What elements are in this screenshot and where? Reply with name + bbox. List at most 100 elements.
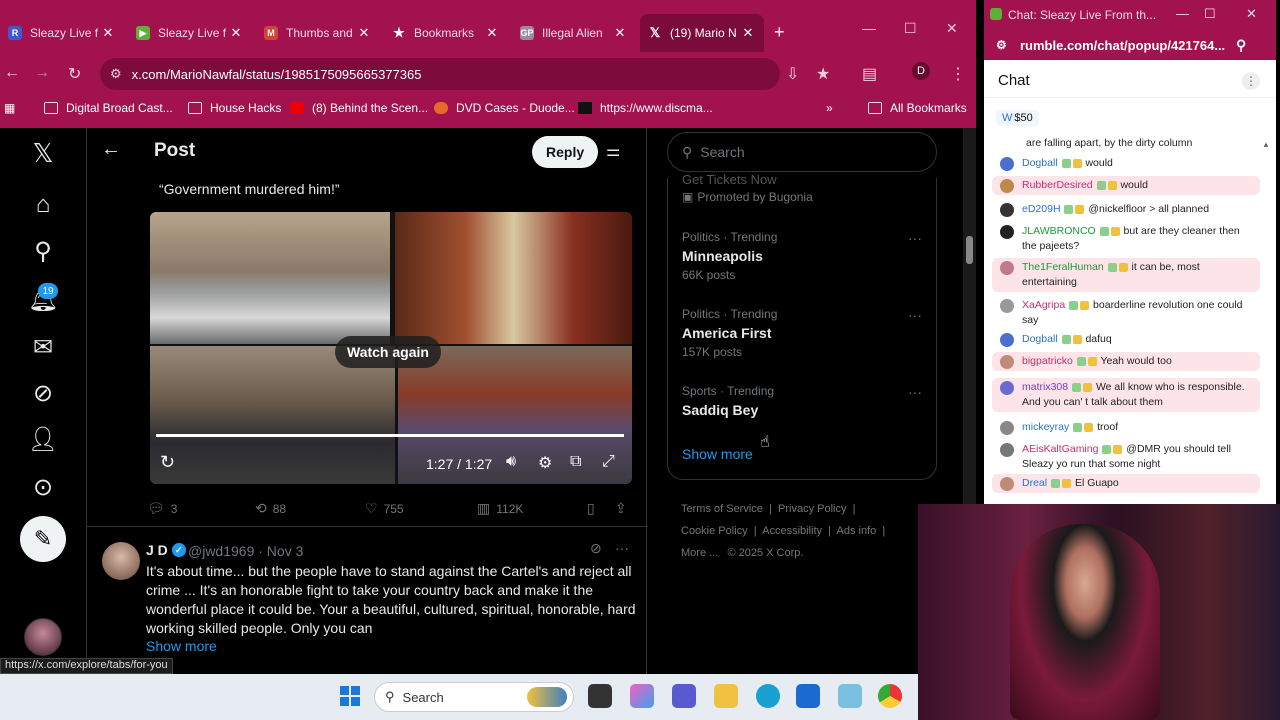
promo-title[interactable]: Get Tickets Now xyxy=(682,172,777,187)
chat-username[interactable]: RubberDesired xyxy=(1022,179,1093,191)
x-logo-icon[interactable]: 𝕏 xyxy=(28,138,58,168)
avatar[interactable] xyxy=(1000,333,1014,347)
zoom-icon[interactable]: ⚲ xyxy=(1236,37,1246,54)
apps-icon[interactable]: ▦ xyxy=(4,101,15,115)
watch-again-button[interactable]: Watch again xyxy=(335,336,441,368)
account-avatar[interactable] xyxy=(24,618,62,656)
messages-icon[interactable]: ✉ xyxy=(28,332,58,362)
trend-item[interactable]: Sports · Trending Saddiq Bey ··· xyxy=(682,384,922,418)
video-player[interactable]: Watch again ↻ 1:27 / 1:27 🔊︎ ⚙ ⧉ ⤢ xyxy=(150,212,632,484)
avatar[interactable] xyxy=(1000,381,1014,395)
privacy-link[interactable]: Privacy Policy xyxy=(778,503,846,515)
reload-icon[interactable]: ↻ xyxy=(68,64,81,84)
minimize-icon[interactable]: — xyxy=(862,20,876,36)
trend-item[interactable]: Politics · Trending Minneapolis 66K post… xyxy=(682,230,922,282)
tab-rumble-2[interactable]: ▶ Sleazy Live f ✕ xyxy=(128,14,252,52)
chat-username[interactable]: mickeyray xyxy=(1022,421,1069,433)
edge-icon[interactable] xyxy=(756,684,780,708)
tab-x-active[interactable]: 𝕏 (19) Mario N ✕ xyxy=(640,14,764,52)
chat-username[interactable]: Dreal xyxy=(1022,477,1047,489)
profile-avatar[interactable]: D xyxy=(912,62,930,80)
avatar[interactable] xyxy=(1000,299,1014,313)
bookmark-action[interactable]: ▯ xyxy=(587,500,601,517)
bookmark-star-icon[interactable]: ★ xyxy=(816,64,830,84)
show-more-link[interactable]: Show more xyxy=(682,446,753,462)
address-bar[interactable]: ⚙ x.com/MarioNawfal/status/1985175095665… xyxy=(100,58,780,90)
profile-icon[interactable]: 👤︎ xyxy=(28,424,58,454)
file-explorer-icon[interactable] xyxy=(714,684,738,708)
terms-link[interactable]: Terms of Service xyxy=(681,503,763,515)
chat-username[interactable]: Dogball xyxy=(1022,157,1058,169)
close-icon[interactable]: ✕ xyxy=(484,25,500,41)
scrollbar-thumb[interactable] xyxy=(966,236,973,264)
more-dots-icon[interactable]: ··· xyxy=(908,384,922,400)
fullscreen-icon[interactable]: ⤢ xyxy=(602,453,615,471)
all-bookmarks[interactable]: All Bookmarks xyxy=(868,101,967,115)
avatar[interactable] xyxy=(1000,179,1014,193)
avatar[interactable] xyxy=(1000,261,1014,275)
install-icon[interactable]: ⇩ xyxy=(786,64,799,84)
chat-scroll-up-icon[interactable]: ▲ xyxy=(1262,140,1272,500)
more-dots-icon[interactable]: ··· xyxy=(908,230,922,246)
forward-icon[interactable]: → xyxy=(34,64,50,82)
app-icon[interactable] xyxy=(838,684,862,708)
chrome-icon[interactable] xyxy=(878,684,902,708)
maximize-icon[interactable]: ☐ xyxy=(904,20,917,37)
bookmark-youtube[interactable]: (8) Behind the Scen... xyxy=(290,101,428,115)
bookmark-dvd-cases[interactable]: DVD Cases - Duode... xyxy=(434,101,575,115)
chat-username[interactable]: The1FeralHuman xyxy=(1022,261,1104,273)
maximize-icon[interactable]: ☐ xyxy=(1204,6,1216,22)
replay-icon[interactable]: ↻ xyxy=(160,452,175,473)
chat-username[interactable]: eD209H xyxy=(1022,203,1061,215)
reply-author[interactable]: J D ✓ xyxy=(146,542,186,558)
share-action[interactable]: ⇪ xyxy=(615,500,633,517)
chat-menu-icon[interactable]: ⋮ xyxy=(1242,72,1260,90)
home-icon[interactable]: ⌂ xyxy=(28,190,58,220)
volume-icon[interactable]: 🔊︎ xyxy=(506,453,516,471)
bookmark-digital-broadcast[interactable]: Digital Broad Cast... xyxy=(44,101,173,115)
compose-post-button[interactable]: ✎ xyxy=(20,516,66,562)
avatar[interactable] xyxy=(1000,203,1014,217)
grok-icon[interactable]: ⊘ xyxy=(28,378,58,408)
site-info-icon[interactable]: ⚙ xyxy=(110,66,122,82)
taskbar-search[interactable]: ⚲ Search xyxy=(374,682,574,712)
window-close-icon[interactable]: ✕ xyxy=(946,20,958,37)
chat-username[interactable]: bigpatricko xyxy=(1022,355,1073,367)
more-dots-icon[interactable]: ··· xyxy=(908,307,922,323)
avatar[interactable] xyxy=(1000,157,1014,171)
avatar[interactable] xyxy=(1000,355,1014,369)
reply-post[interactable]: J D ✓ @jwd1969 · Nov 3 ⊘ ··· It's about t… xyxy=(87,528,648,674)
close-icon[interactable]: ✕ xyxy=(356,25,372,41)
back-arrow-icon[interactable]: ← xyxy=(101,138,121,161)
chat-url-bar[interactable]: ⚙ rumble.com/chat/popup/421764... ⚲ xyxy=(984,30,1276,60)
reply-action[interactable]: 💬︎ 3 xyxy=(147,500,177,517)
explore-search-icon[interactable]: ⚲ xyxy=(28,236,58,266)
avatar[interactable] xyxy=(1000,443,1014,457)
avatar[interactable] xyxy=(102,542,140,580)
reply-button[interactable]: Reply xyxy=(532,136,599,168)
store-icon[interactable] xyxy=(796,684,820,708)
grok-icon[interactable]: ⊘ xyxy=(590,540,602,557)
close-icon[interactable]: ✕ xyxy=(740,25,756,41)
chat-username[interactable]: JLAWBRONCO xyxy=(1022,225,1096,237)
cookie-link[interactable]: Cookie Policy xyxy=(681,525,748,537)
windows-start-icon[interactable] xyxy=(340,686,360,706)
bookmark-discma[interactable]: https://www.discma... xyxy=(578,101,713,115)
window-close-icon[interactable]: ✕ xyxy=(1246,6,1257,22)
minimize-icon[interactable]: — xyxy=(1176,6,1189,21)
avatar[interactable] xyxy=(1000,225,1014,239)
tab-gmail[interactable]: M Thumbs and ✕ xyxy=(256,14,380,52)
bookmarks-overflow-icon[interactable]: » xyxy=(826,101,833,115)
chat-username[interactable]: matrix308 xyxy=(1022,381,1068,393)
task-view-icon[interactable] xyxy=(588,684,612,708)
tab-bookmarks[interactable]: ★ Bookmarks ✕ xyxy=(384,14,508,52)
tab-rumble-1[interactable]: R Sleazy Live f ✕ xyxy=(0,14,124,52)
chat-username[interactable]: AEisKaltGaming xyxy=(1022,443,1098,455)
more-icon[interactable]: ⊙ xyxy=(28,472,58,502)
teams-icon[interactable] xyxy=(672,684,696,708)
pip-icon[interactable]: ⧉ xyxy=(570,453,581,471)
ads-info-link[interactable]: Ads info xyxy=(837,525,877,537)
chat-username[interactable]: Dogball xyxy=(1022,333,1058,345)
chat-username[interactable]: XaAgripa xyxy=(1022,299,1065,311)
avatar[interactable] xyxy=(1000,477,1014,491)
